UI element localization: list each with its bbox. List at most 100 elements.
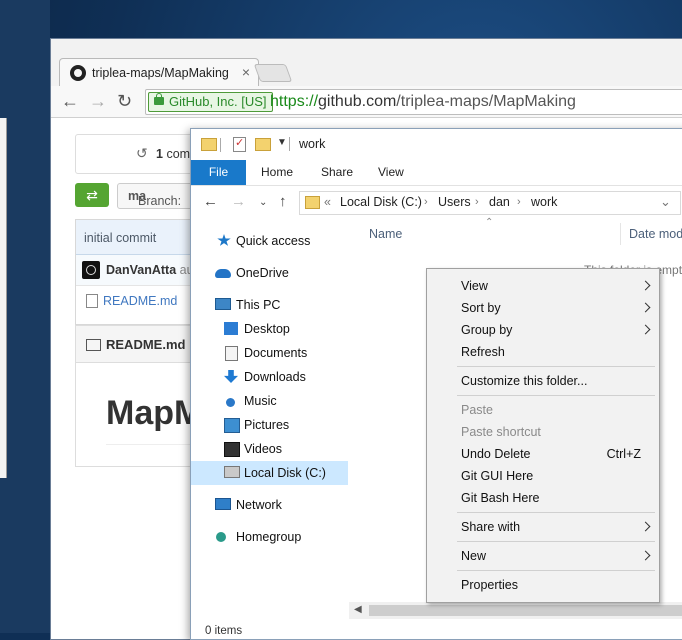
commits-count: 1 [156,147,163,161]
sidebar-item-homegroup[interactable]: Homegroup [191,525,348,549]
menu-item-label: Properties [461,578,518,592]
sidebar-item-label: Music [244,394,277,408]
tab-file[interactable]: File [191,160,246,185]
tab-share[interactable]: Share [321,160,353,185]
menu-item-view[interactable]: View [427,275,659,297]
menu-item-label: Refresh [461,345,505,359]
address-box[interactable]: « Local Disk (C:) › Users › dan › work ⌄ [299,191,681,215]
sidebar-item-downloads[interactable]: Downloads [191,365,348,389]
sidebar-item-onedrive[interactable]: OneDrive [191,261,348,285]
explorer-navigation-bar: ← → ⌄ ↑ « Local Disk (C:) › Users › dan … [191,186,682,219]
sidebar-item-this-pc[interactable]: This PC [191,293,348,317]
menu-item-undo-delete[interactable]: Undo Delete Ctrl+Z [427,443,659,465]
menu-item-customize-folder[interactable]: Customize this folder... [427,370,659,392]
browser-tab[interactable]: triplea-maps/MapMaking × [59,58,259,87]
menu-item-label: Sort by [461,301,501,315]
background-window-edge [0,118,7,478]
menu-item-paste-shortcut[interactable]: Paste shortcut [427,421,659,443]
menu-item-properties[interactable]: Properties [427,574,659,596]
column-header-date[interactable]: Date mod [629,227,682,241]
forward-button[interactable]: → [89,91,107,111]
breadcrumb-dan[interactable]: dan [489,195,510,209]
properties-icon[interactable] [233,136,246,152]
overflow-chevron[interactable]: « [324,195,331,209]
ribbon-tabs: File Home Share View [191,160,682,186]
menu-item-group-by[interactable]: Group by [427,319,659,341]
sidebar-item-label: Network [236,498,282,512]
column-divider[interactable] [620,223,621,245]
commit-message[interactable]: initial commit [84,231,156,245]
url-text: https://github.com/triplea-maps/MapMakin… [270,93,576,111]
menu-item-label: Git Bash Here [461,491,540,505]
scrollbar-thumb[interactable] [369,605,682,616]
homegroup-icon [216,532,226,542]
scroll-left-icon[interactable]: ◀ [354,604,362,615]
customize-quick-access-icon[interactable]: ▼ [277,137,287,148]
breadcrumb-local-disk[interactable]: Local Disk (C:) [340,195,422,209]
security-label: GitHub, Inc. [US] [169,94,267,109]
menu-separator [457,395,655,396]
menu-item-new[interactable]: New [427,545,659,567]
sidebar-item-music[interactable]: Music [191,389,348,413]
new-folder-icon[interactable] [255,138,271,151]
sidebar-item-label: Downloads [244,370,306,384]
breadcrumb-separator[interactable]: › [517,196,521,208]
browser-toolbar: ← → ↻ GitHub, Inc. [US] https://github.c… [51,86,682,118]
menu-item-label: Undo Delete [461,447,531,461]
sidebar-item-quick-access[interactable]: Quick access [191,229,348,253]
security-indicator[interactable]: GitHub, Inc. [US] [148,92,273,112]
readme-title: README.md [106,337,186,352]
close-tab-icon[interactable]: × [242,64,250,80]
folder-icon [201,138,217,151]
file-link[interactable]: README.md [103,294,177,308]
sidebar-item-label: Desktop [244,322,290,336]
compare-button[interactable]: ⇄ [75,183,109,207]
history-icon: ↺ [136,145,148,161]
address-dropdown-icon[interactable]: ⌄ [660,194,671,210]
new-tab-button[interactable] [253,64,293,82]
recent-locations-icon[interactable]: ⌄ [259,197,267,208]
breadcrumb-separator[interactable]: › [475,196,479,208]
sidebar-item-desktop[interactable]: Desktop [191,317,348,341]
sidebar-item-label: Documents [244,346,308,360]
avatar[interactable] [82,261,100,279]
menu-item-git-bash[interactable]: Git Bash Here [427,487,659,509]
pictures-icon [224,418,240,433]
menu-item-shortcut: Ctrl+Z [606,447,641,461]
forward-arrow-icon[interactable]: → [231,193,246,210]
up-arrow-icon[interactable]: ↑ [279,193,287,210]
sidebar-item-local-disk[interactable]: Local Disk (C:) [191,461,348,485]
horizontal-scrollbar[interactable]: ◀ [349,602,682,619]
sidebar-item-documents[interactable]: Documents [191,341,348,365]
computer-icon [215,298,231,310]
menu-item-share-with[interactable]: Share with [427,516,659,538]
sidebar-item-network[interactable]: Network [191,493,348,517]
sidebar-item-pictures[interactable]: Pictures [191,413,348,437]
breadcrumb-work[interactable]: work [531,195,557,209]
breadcrumb-separator[interactable]: › [424,196,428,208]
author[interactable]: DanVanAtta [106,263,176,277]
disk-icon [224,466,240,478]
menu-item-sort-by[interactable]: Sort by [427,297,659,319]
menu-item-git-gui[interactable]: Git GUI Here [427,465,659,487]
sidebar-item-videos[interactable]: Videos [191,437,348,461]
lock-icon [154,93,164,105]
submenu-arrow-icon [640,324,651,335]
documents-icon [225,346,238,361]
back-arrow-icon[interactable]: ← [203,193,218,210]
submenu-arrow-icon [640,280,651,291]
author-name[interactable]: DanVanAtta au [106,263,194,277]
breadcrumb-users[interactable]: Users [438,195,471,209]
address-bar[interactable]: GitHub, Inc. [US] https://github.com/tri… [145,89,682,115]
tab-view[interactable]: View [378,160,404,185]
sidebar-item-label: OneDrive [236,266,289,280]
readme-heading: MapM [106,394,203,432]
menu-item-paste[interactable]: Paste [427,399,659,421]
tab-home[interactable]: Home [261,160,293,185]
reload-button[interactable]: ↻ [117,91,132,111]
column-header-name[interactable]: Name [369,227,402,241]
menu-item-label: Git GUI Here [461,469,534,483]
menu-item-refresh[interactable]: Refresh [427,341,659,363]
music-icon [226,398,235,407]
back-button[interactable]: ← [61,91,79,111]
